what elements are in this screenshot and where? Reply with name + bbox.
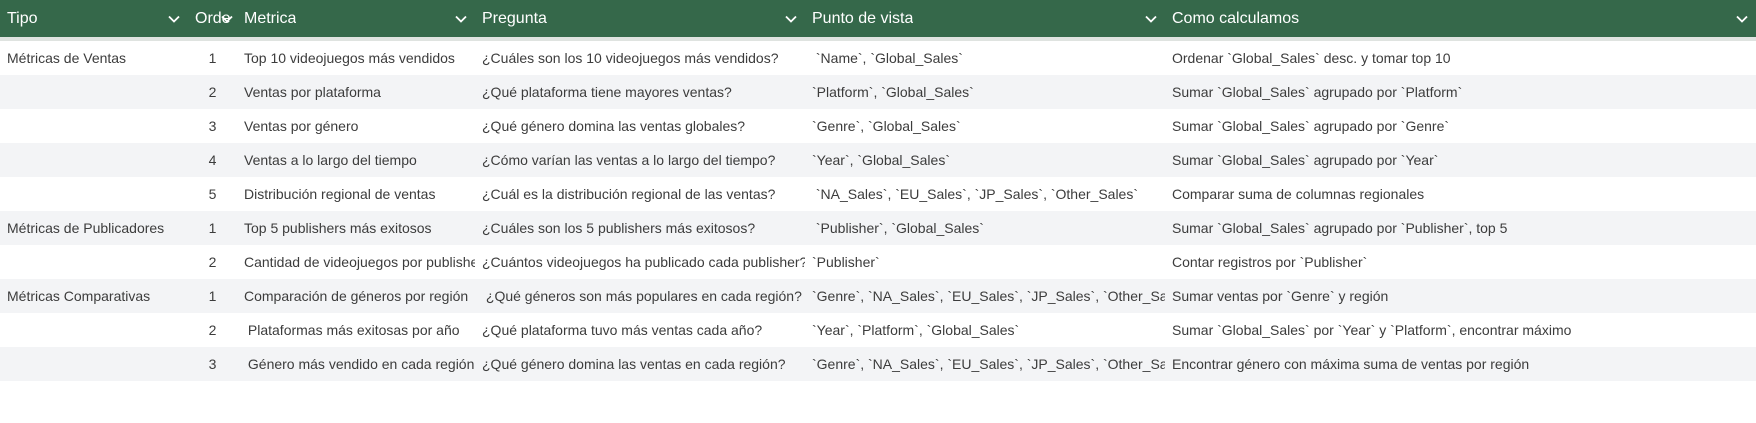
column-header-label: Como calculamos [1172, 9, 1300, 27]
cell-metrica[interactable]: Plataformas más exitosas por año [237, 322, 475, 338]
cell-orden[interactable]: 1 [188, 288, 237, 304]
column-header-tipo[interactable]: Tipo [0, 0, 188, 37]
cell-como-calculamos[interactable]: Sumar `Global_Sales` agrupado por `Publi… [1165, 220, 1756, 236]
table-row[interactable]: 2 Ventas por plataforma ¿Qué plataforma ti… [0, 75, 1756, 109]
table-row[interactable]: 3 Género más vendido en cada región ¿Qué … [0, 347, 1756, 381]
table-row[interactable]: Métricas de Publicadores 1 Top 5 publisher… [0, 211, 1756, 245]
cell-pregunta[interactable]: ¿Qué plataforma tiene mayores ventas? [475, 84, 805, 100]
cell-como-calculamos[interactable]: Contar registros por `Publisher` [1165, 254, 1756, 270]
cell-orden[interactable]: 2 [188, 322, 237, 338]
cell-punto-de-vista[interactable]: `Publisher` [805, 254, 1165, 270]
cell-orden[interactable]: 1 [188, 50, 237, 66]
metrics-table: Tipo Orde Metrica Pregunta Punto de vist… [0, 0, 1756, 423]
cell-pregunta[interactable]: ¿Cuáles son los 10 videojuegos más vendi… [475, 50, 805, 66]
table-row[interactable]: 2 Plataformas más exitosas por año ¿Qué p… [0, 313, 1756, 347]
chevron-down-icon[interactable] [1734, 11, 1750, 27]
column-header-label: Pregunta [482, 9, 547, 27]
column-header-pregunta[interactable]: Pregunta [475, 0, 805, 37]
table-row[interactable]: 5 Distribución regional de ventas ¿Cuál es… [0, 177, 1756, 211]
cell-punto-de-vista[interactable]: `Genre`, `NA_Sales`, `EU_Sales`, `JP_Sal… [805, 288, 1165, 304]
cell-metrica[interactable]: Ventas por género [237, 118, 475, 134]
cell-pregunta[interactable]: ¿Qué género domina las ventas en cada re… [475, 356, 805, 372]
cell-orden[interactable]: 1 [188, 220, 237, 236]
chevron-down-icon[interactable] [219, 11, 235, 27]
cell-pregunta[interactable]: ¿Qué género domina las ventas globales? [475, 118, 805, 134]
cell-pregunta[interactable]: ¿Cuál es la distribución regional de las… [475, 186, 805, 202]
cell-pregunta[interactable]: ¿Cómo varían las ventas a lo largo del t… [475, 152, 805, 168]
cell-punto-de-vista[interactable]: `Genre`, `Global_Sales` [805, 118, 1165, 134]
chevron-down-icon[interactable] [1143, 11, 1159, 27]
cell-punto-de-vista[interactable]: `Platform`, `Global_Sales` [805, 84, 1165, 100]
chevron-down-icon[interactable] [783, 11, 799, 27]
cell-pregunta[interactable]: ¿Cuántos videojuegos ha publicado cada p… [475, 254, 805, 270]
cell-orden[interactable]: 2 [188, 84, 237, 100]
cell-metrica[interactable]: Ventas a lo largo del tiempo [237, 152, 475, 168]
table-row[interactable]: Métricas de Ventas 1 Top 10 videojuegos má… [0, 41, 1756, 75]
column-header-orden[interactable]: Orde [188, 0, 237, 37]
column-header-label: Tipo [7, 9, 38, 27]
cell-como-calculamos[interactable]: Sumar `Global_Sales` agrupado por `Year` [1165, 152, 1756, 168]
cell-tipo[interactable]: Métricas de Publicadores [0, 220, 188, 236]
cell-metrica[interactable]: Comparación de géneros por región [237, 288, 475, 304]
cell-metrica[interactable]: Cantidad de videojuegos por publisher [237, 254, 475, 270]
cell-metrica[interactable]: Top 5 publishers más exitosos [237, 220, 475, 236]
cell-orden[interactable]: 5 [188, 186, 237, 202]
cell-pregunta[interactable]: ¿Qué géneros son más populares en cada r… [475, 288, 805, 304]
chevron-down-icon[interactable] [453, 11, 469, 27]
cell-punto-de-vista[interactable]: `NA_Sales`, `EU_Sales`, `JP_Sales`, `Oth… [805, 186, 1165, 202]
cell-orden[interactable]: 2 [188, 254, 237, 270]
cell-punto-de-vista[interactable]: `Year`, `Platform`, `Global_Sales` [805, 322, 1165, 338]
table-row[interactable]: 2 Cantidad de videojuegos por publisher ¿C… [0, 245, 1756, 279]
cell-metrica[interactable]: Género más vendido en cada región [237, 356, 475, 372]
cell-orden[interactable]: 4 [188, 152, 237, 168]
cell-punto-de-vista[interactable]: `Name`, `Global_Sales` [805, 50, 1165, 66]
cell-punto-de-vista[interactable]: `Genre`, `NA_Sales`, `EU_Sales`, `JP_Sal… [805, 356, 1165, 372]
column-header-punto-de-vista[interactable]: Punto de vista [805, 0, 1165, 37]
cell-punto-de-vista[interactable]: `Publisher`, `Global_Sales` [805, 220, 1165, 236]
cell-como-calculamos[interactable]: Sumar ventas por `Genre` y región [1165, 288, 1756, 304]
cell-orden[interactable]: 3 [188, 356, 237, 372]
cell-como-calculamos[interactable]: Sumar `Global_Sales` agrupado por `Genre… [1165, 118, 1756, 134]
table-header: Tipo Orde Metrica Pregunta Punto de vist… [0, 0, 1756, 37]
cell-metrica[interactable]: Ventas por plataforma [237, 84, 475, 100]
column-header-label: Metrica [244, 9, 297, 27]
column-header-metrica[interactable]: Metrica [237, 0, 475, 37]
column-header-como-calculamos[interactable]: Como calculamos [1165, 0, 1756, 37]
cell-como-calculamos[interactable]: Comparar suma de columnas regionales [1165, 186, 1756, 202]
cell-metrica[interactable]: Distribución regional de ventas [237, 186, 475, 202]
chevron-down-icon[interactable] [166, 11, 182, 27]
table-row[interactable]: 4 Ventas a lo largo del tiempo ¿Cómo varía… [0, 143, 1756, 177]
cell-como-calculamos[interactable]: Encontrar género con máxima suma de vent… [1165, 356, 1756, 372]
cell-punto-de-vista[interactable]: `Year`, `Global_Sales` [805, 152, 1165, 168]
table-row[interactable]: Métricas Comparativas 1 Comparación de gén… [0, 279, 1756, 313]
cell-pregunta[interactable]: ¿Qué plataforma tuvo más ventas cada año… [475, 322, 805, 338]
cell-metrica[interactable]: Top 10 videojuegos más vendidos [237, 50, 475, 66]
cell-como-calculamos[interactable]: Ordenar `Global_Sales` desc. y tomar top… [1165, 50, 1756, 66]
column-header-label: Punto de vista [812, 9, 914, 27]
cell-tipo[interactable]: Métricas de Ventas [0, 50, 188, 66]
cell-pregunta[interactable]: ¿Cuáles son los 5 publishers más exitoso… [475, 220, 805, 236]
cell-tipo[interactable]: Métricas Comparativas [0, 288, 188, 304]
cell-orden[interactable]: 3 [188, 118, 237, 134]
table-row[interactable]: 3 Ventas por género ¿Qué género domina las… [0, 109, 1756, 143]
cell-como-calculamos[interactable]: Sumar `Global_Sales` agrupado por `Platf… [1165, 84, 1756, 100]
cell-como-calculamos[interactable]: Sumar `Global_Sales` por `Year` y `Platf… [1165, 322, 1756, 338]
table-body: Métricas de Ventas 1 Top 10 videojuegos má… [0, 41, 1756, 381]
